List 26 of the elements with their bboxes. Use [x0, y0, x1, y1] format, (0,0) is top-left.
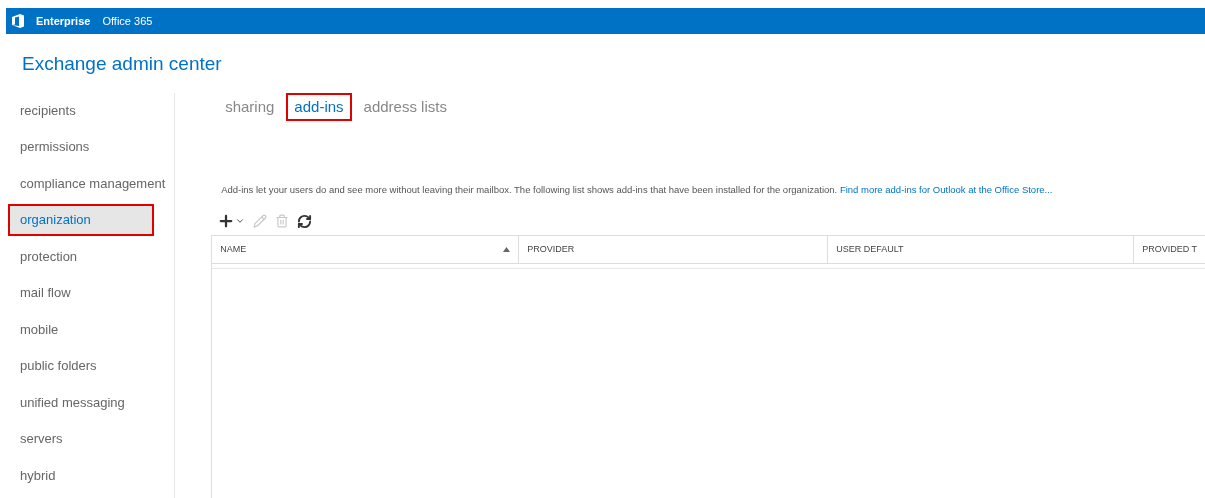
sidebar-item[interactable]: organization — [10, 206, 152, 234]
office-store-link[interactable]: Find more add-ins for Outlook at the Office Store... — [839, 184, 1053, 195]
column-header[interactable]: NAME — [212, 236, 520, 264]
sidebar-item[interactable]: protection — [10, 242, 175, 271]
sidebar-item[interactable]: unified messaging — [10, 388, 175, 417]
column-header[interactable]: PROVIDED T — [1134, 236, 1205, 264]
office-logo-icon — [12, 14, 24, 28]
column-header[interactable]: PROVIDER — [519, 236, 829, 264]
sidebar-item[interactable]: mobile — [10, 315, 175, 344]
refresh-button[interactable] — [297, 213, 313, 229]
tab[interactable]: address lists — [357, 94, 453, 119]
sidebar-item[interactable]: recipients — [10, 96, 175, 125]
sidebar-item[interactable]: public folders — [10, 352, 175, 380]
sort-up-icon — [503, 247, 511, 253]
top-nav-link[interactable]: Office 365 — [102, 8, 153, 34]
column-header[interactable]: USER DEFAULT — [828, 236, 1135, 264]
top-nav-link[interactable]: Enterprise — [36, 8, 91, 34]
sidebar-item[interactable]: mail flow — [10, 279, 175, 307]
app-title: Exchange admin center — [22, 52, 223, 76]
sidebar-item[interactable]: hybrid — [10, 461, 175, 490]
description-text: Add-ins let your users do and see more without leaving their mailbox. The following list shows add-ins that have been installed for the organization. Find more add-ins for Outlook at the Office Store... — [221, 183, 1054, 197]
sidebar-item[interactable]: permissions — [10, 133, 175, 161]
sidebar-item[interactable]: servers — [10, 425, 175, 453]
sidebar-item[interactable]: compliance management — [10, 169, 175, 198]
tab[interactable]: add-ins — [288, 94, 350, 119]
tab[interactable]: sharing — [219, 94, 281, 119]
